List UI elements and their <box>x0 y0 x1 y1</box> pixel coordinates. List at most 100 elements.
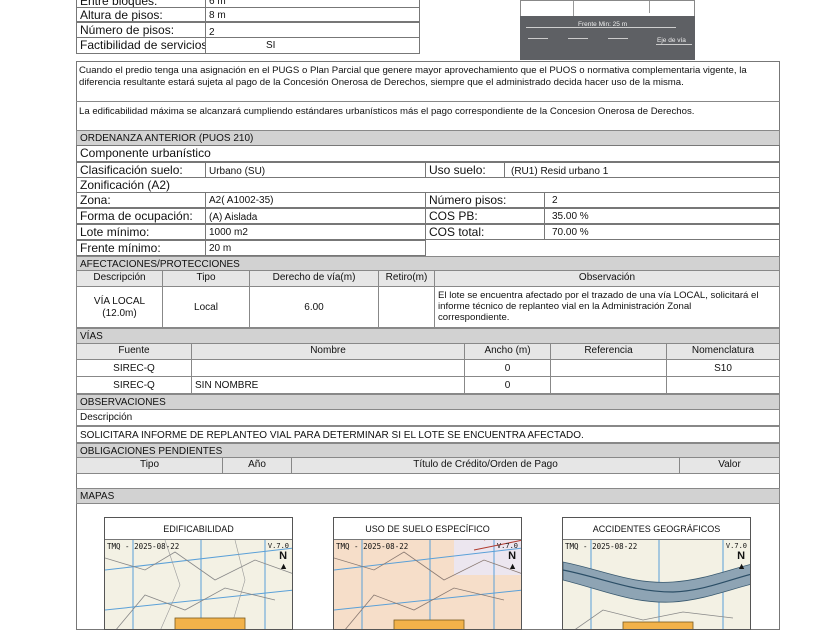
map-edificabilidad-graphic <box>105 540 292 629</box>
label-uso-suelo: Uso suelo: <box>425 162 505 178</box>
map-accidentes-graphic <box>563 540 750 629</box>
map-edificabilidad[interactable]: EDIFICABILIDAD TMQ - 2025-08-22 V.7.0 N ▲ <box>104 517 293 630</box>
top-value-factibilidad: SI <box>205 37 420 54</box>
top-label-numero-pisos: Número de pisos: <box>76 22 206 38</box>
via-ancho: 0 <box>464 359 551 377</box>
via-fuente: SIREC-Q <box>76 359 192 377</box>
diagram-eje-label: Eje de vía <box>657 37 686 44</box>
label-cos-pb: COS PB: <box>425 208 545 224</box>
diagram-eje-line <box>656 44 692 45</box>
observaciones-text: SOLICITARA INFORME DE REPLANTEO VIAL PAR… <box>76 426 780 443</box>
col-nombre: Nombre <box>191 343 465 360</box>
col-obligacion-tipo: Tipo <box>76 457 223 474</box>
value-numero-pisos: 2 <box>544 192 780 208</box>
top-label-altura-pisos: Altura de pisos: <box>76 7 206 22</box>
col-obligacion-valor: Valor <box>679 457 780 474</box>
map-uso-suelo-version: V.7.0 <box>496 542 518 550</box>
diagram-frente-label: Frente Min: 25 m <box>578 21 628 28</box>
map-uso-suelo-title: USO DE SUELO ESPECÍFICO <box>334 518 521 540</box>
via-referencia <box>550 376 667 394</box>
componente-urbanistico: Componente urbanístico <box>76 145 780 162</box>
map-accidentes-geograficos[interactable]: ACCIDENTES GEOGRÁFICOS TMQ - 2025-08-22 … <box>562 517 751 630</box>
col-obligacion-anio: Año <box>222 457 292 474</box>
label-cos-total: COS total: <box>425 224 545 240</box>
diagram-divider <box>649 1 650 13</box>
north-arrow-icon: N ▲ <box>279 550 288 571</box>
north-arrow-icon: N ▲ <box>508 550 517 571</box>
observaciones-descripcion-label: Descripción <box>76 409 780 426</box>
value-cos-pb: 35.00 % <box>544 208 780 224</box>
afectacion-derecho: 6.00 <box>249 286 379 328</box>
label-clasificacion: Clasificación suelo: <box>76 162 206 178</box>
map-uso-suelo-graphic <box>334 540 521 629</box>
map-accidentes-title: ACCIDENTES GEOGRÁFICOS <box>563 518 750 540</box>
arrow-up-icon: ▲ <box>508 561 517 571</box>
divider <box>76 101 780 102</box>
col-referencia: Referencia <box>550 343 667 360</box>
col-obligacion-titulo: Título de Crédito/Orden de Pago <box>291 457 680 474</box>
via-nomenclatura <box>666 376 780 394</box>
afectacion-observacion: El lote se encuentra afectado por el tra… <box>434 286 780 328</box>
via-nomenclatura: S10 <box>666 359 780 377</box>
arrow-up-icon: ▲ <box>279 561 288 571</box>
map-accidentes-version: V.7.0 <box>725 542 747 550</box>
label-forma-ocupacion: Forma de ocupación: <box>76 208 206 224</box>
col-derecho-via: Derecho de vía(m) <box>249 270 379 287</box>
diagram-street-band: Frente Min: 25 m Eje de vía <box>520 16 695 60</box>
label-numero-pisos: Número pisos: <box>425 192 545 208</box>
section-header-mapas: MAPAS <box>76 488 780 504</box>
label-zona: Zona: <box>76 192 206 208</box>
map-accidentes-stamp: TMQ - 2025-08-22 <box>565 542 638 551</box>
map-edificabilidad-title: EDIFICABILIDAD <box>105 518 292 540</box>
section-header-observaciones: OBSERVACIONES <box>76 394 780 410</box>
value-forma-ocupacion: (A) Aislada <box>205 208 426 224</box>
value-frente-minimo: 20 m <box>205 240 426 256</box>
north-arrow-icon: N ▲ <box>737 550 746 571</box>
via-ancho: 0 <box>464 376 551 394</box>
note-pugs: Cuando el predio tenga una asignación en… <box>79 65 747 88</box>
section-header-ordenanza: ORDENANZA ANTERIOR (PUOS 210) <box>76 130 780 146</box>
map-uso-suelo[interactable]: USO DE SUELO ESPECÍFICO TMQ - 2025-08-22… <box>333 517 522 630</box>
col-retiro: Retiro(m) <box>378 270 435 287</box>
col-ancho: Ancho (m) <box>464 343 551 360</box>
via-nombre <box>191 359 465 377</box>
afectacion-observacion-line: correspondiente. <box>438 312 510 323</box>
section-header-afectaciones: AFECTACIONES/PROTECCIONES <box>76 256 780 271</box>
via-referencia <box>550 359 667 377</box>
afectacion-descripcion-ancho: (12.0m) <box>102 308 137 319</box>
afectacion-observacion-line: El lote se encuentra afectado por el tra… <box>438 290 759 301</box>
map-edificabilidad-stamp: TMQ - 2025-08-22 <box>107 542 180 551</box>
col-fuente: Fuente <box>76 343 192 360</box>
col-descripcion: Descripción <box>76 270 163 287</box>
section-header-vias: VÍAS <box>76 328 780 344</box>
note-edificabilidad: La edificabilidad máxima se alcanzará cu… <box>79 106 695 117</box>
map-edificabilidad-version: V.7.0 <box>267 542 289 550</box>
diagram-lane-mark <box>528 38 548 39</box>
afectacion-retiro <box>378 286 435 328</box>
arrow-up-icon: ▲ <box>737 561 746 571</box>
zonificacion: Zonificación (A2) <box>76 177 780 193</box>
via-nombre: SIN NOMBRE <box>191 376 465 394</box>
map-uso-suelo-stamp: TMQ - 2025-08-22 <box>336 542 409 551</box>
col-tipo: Tipo <box>162 270 250 287</box>
table-row-afectacion: VÍA LOCAL (12.0m) <box>76 286 163 328</box>
value-cos-total: 70.00 % <box>544 224 780 240</box>
via-fuente: SIREC-Q <box>76 376 192 394</box>
diagram-lane-mark <box>568 38 588 39</box>
label-frente-minimo: Frente mínimo: <box>76 240 206 256</box>
diagram-lane-mark <box>608 38 628 39</box>
afectacion-observacion-line: informe técnico de replanteo vial en la … <box>438 301 692 312</box>
value-uso-suelo: (RU1) Resid urbano 1 <box>504 162 780 178</box>
col-observacion: Observación <box>434 270 780 287</box>
section-header-obligaciones: OBLIGACIONES PENDIENTES <box>76 443 780 458</box>
value-zona: A2( A1002-35) <box>205 192 426 208</box>
top-value-altura-pisos: 8 m <box>205 7 420 22</box>
afectacion-descripcion: VÍA LOCAL <box>93 296 146 307</box>
top-label-factibilidad: Factibilidad de servicios <box>76 37 206 54</box>
value-clasificacion: Urbano (SU) <box>205 162 426 178</box>
top-value-numero-pisos: 2 <box>205 22 420 38</box>
col-nomenclatura: Nomenclatura <box>666 343 780 360</box>
label-lote-minimo: Lote mínimo: <box>76 224 206 240</box>
value-lote-minimo: 1000 m2 <box>205 224 426 240</box>
afectacion-tipo: Local <box>162 286 250 328</box>
